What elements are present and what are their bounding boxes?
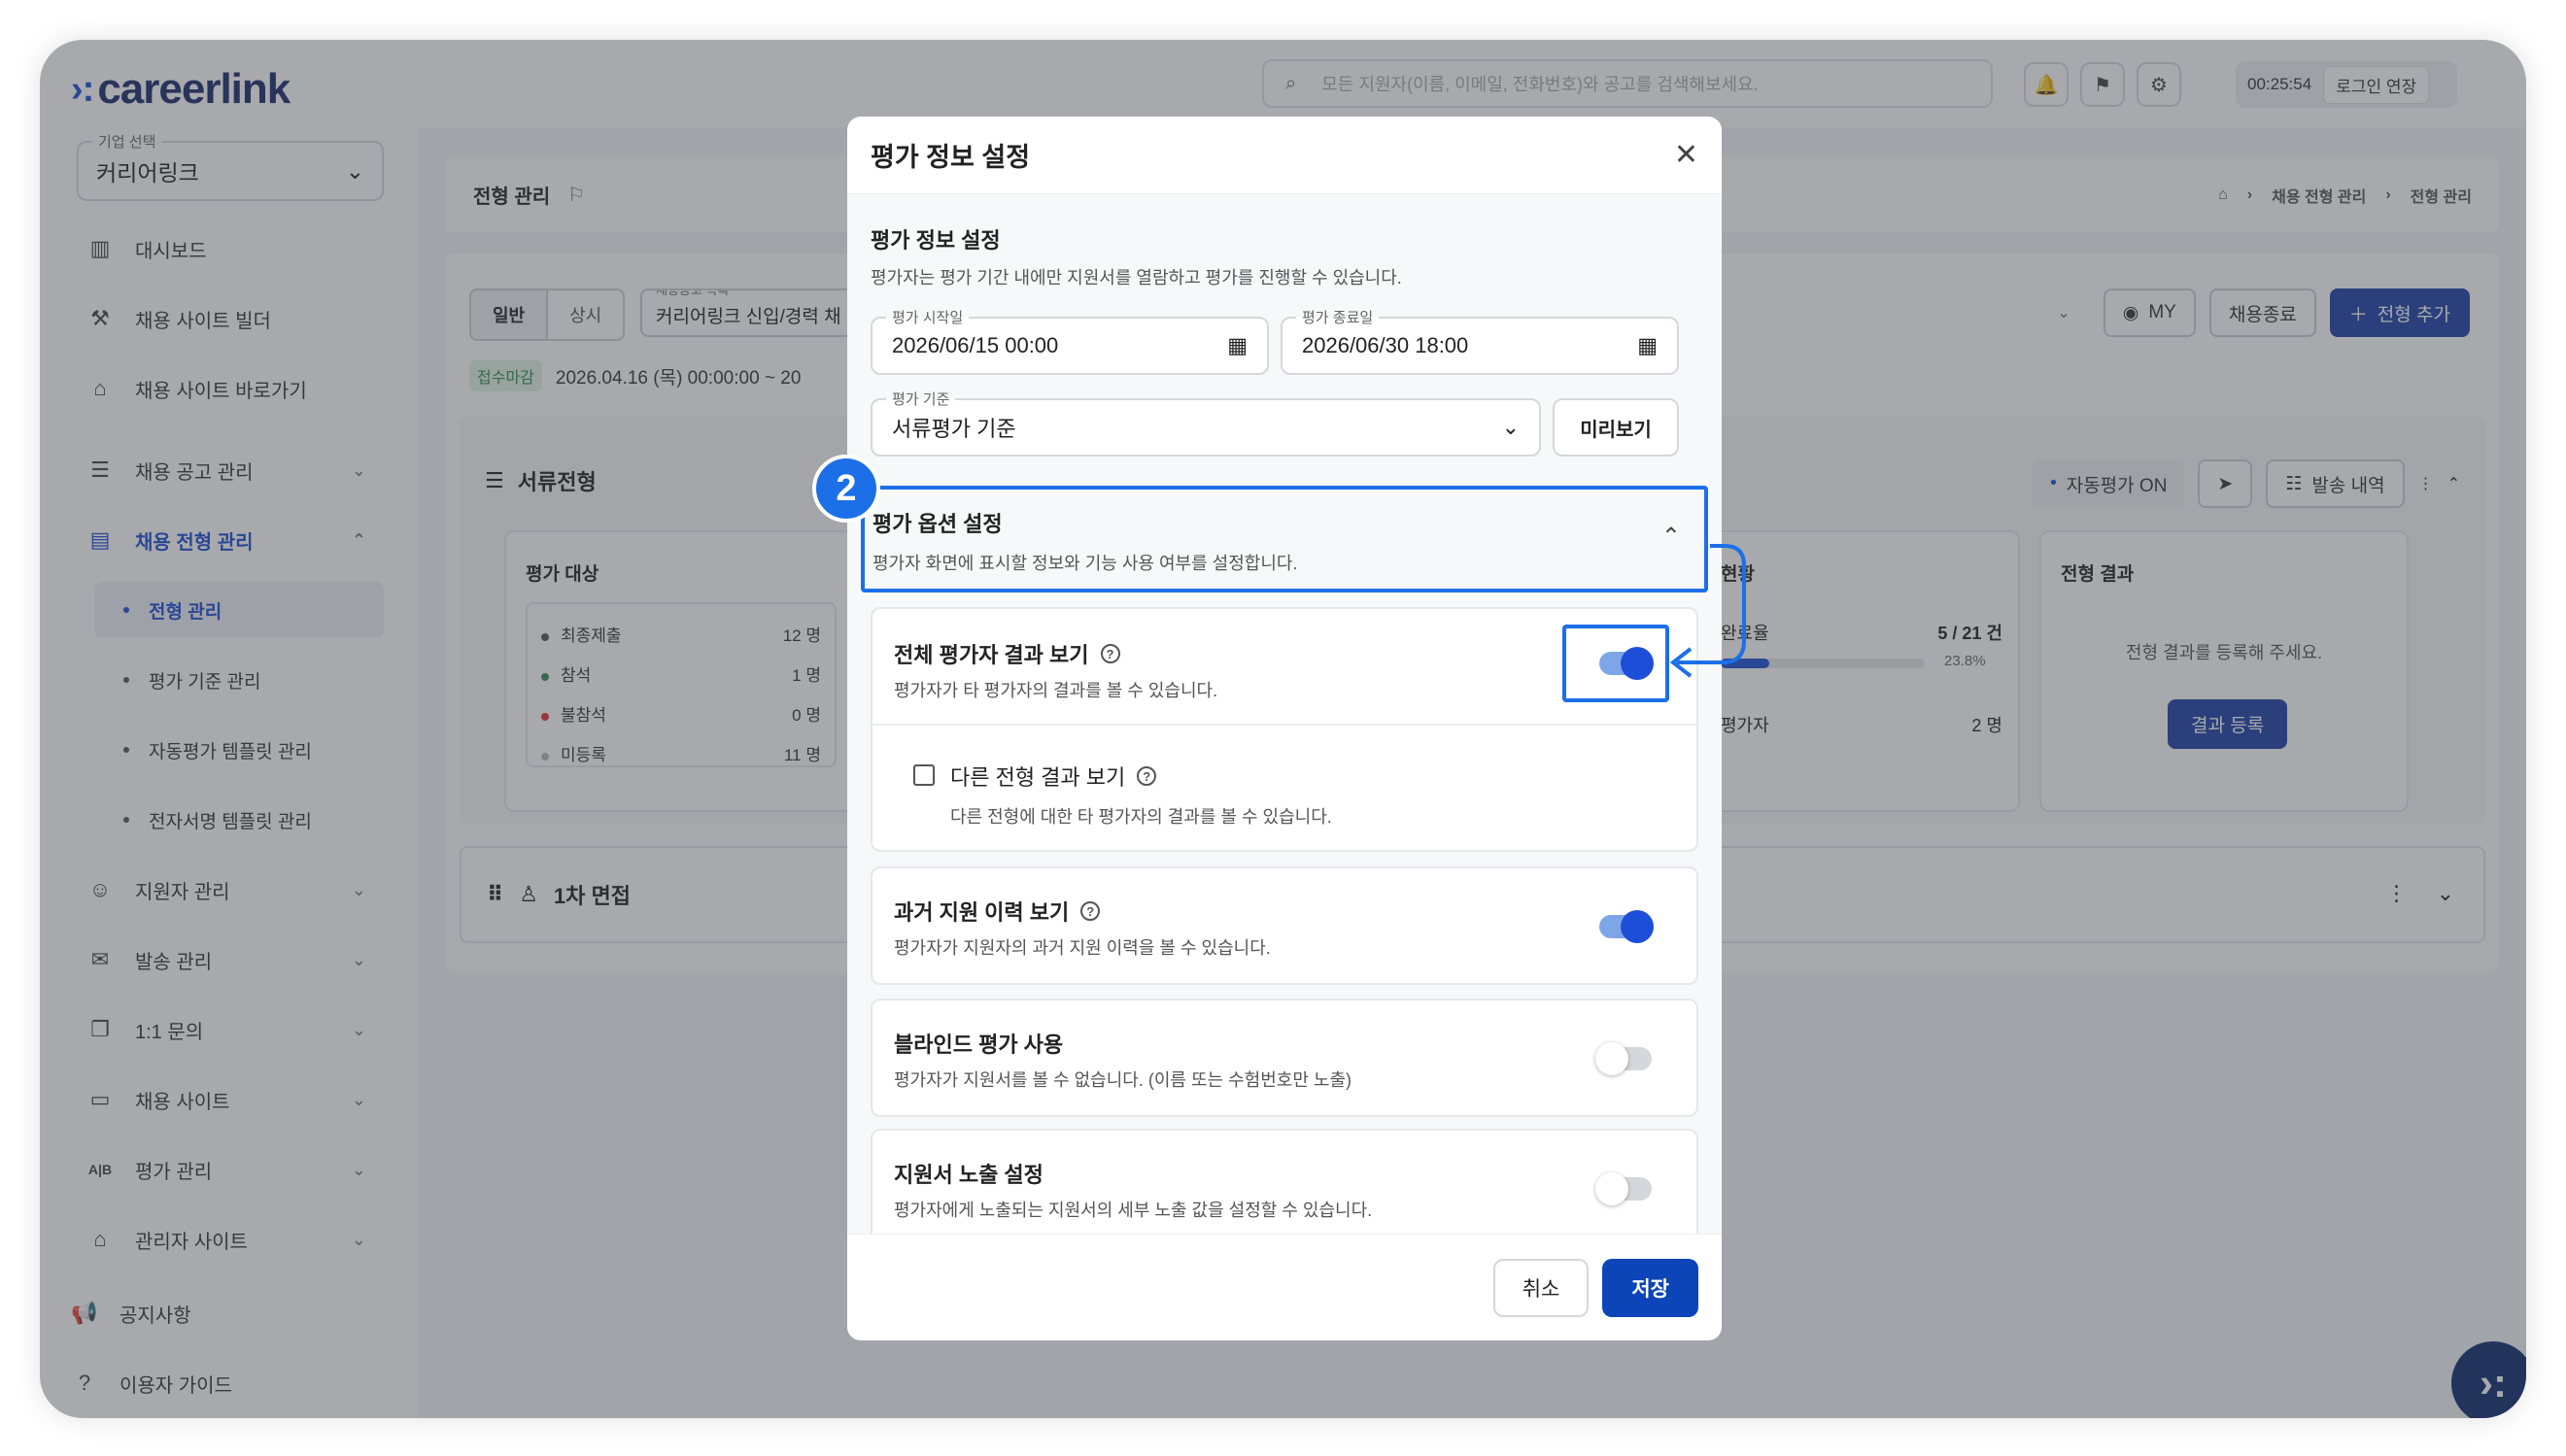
section-desc: 평가자는 평가 기간 내에만 지원서를 열람하고 평가를 진행할 수 있습니다. <box>871 268 1402 288</box>
option-card-history: 과거 지원 이력 보기? 평가자가 지원자의 과거 지원 이력을 볼 수 있습니… <box>871 866 1698 985</box>
preview-button[interactable]: 미리보기 <box>1553 398 1679 457</box>
cancel-button[interactable]: 취소 <box>1492 1258 1590 1317</box>
option-title: 다른 전형 결과 보기? <box>950 761 1157 792</box>
option-card-blind: 블라인드 평가 사용 평가자가 지원서를 볼 수 없습니다. (이름 또는 수험… <box>871 999 1698 1117</box>
modal-title: 평가 정보 설정 <box>871 143 1031 172</box>
option-desc: 평가자가 타 평가자의 결과를 볼 수 있습니다. <box>894 681 1218 700</box>
close-icon[interactable]: ✕ <box>1674 138 1698 172</box>
toggle-history[interactable] <box>1599 910 1654 943</box>
start-date-field[interactable]: 평가 시작일 2026/06/15 00:00 ▦ <box>871 307 1269 375</box>
chevron-down-icon: ⌄ <box>1501 415 1520 439</box>
save-button[interactable]: 저장 <box>1602 1258 1698 1317</box>
option-title-text: 다른 전형 결과 보기 <box>950 765 1126 790</box>
option-title-text: 지원서 노출 설정 <box>894 1163 1044 1187</box>
option-title: 블라인드 평가 사용 <box>894 1028 1063 1059</box>
options-title: 평가 옵션 설정 <box>872 512 1003 536</box>
option-title: 과거 지원 이력 보기? <box>894 896 1101 927</box>
option-desc: 다른 전형에 대한 타 평가자의 결과를 볼 수 있습니다. <box>950 807 1332 827</box>
end-date-label: 평가 종료일 <box>1296 307 1380 327</box>
section-title: 평가 정보 설정 <box>871 228 1001 253</box>
criteria-select[interactable]: 평가 기준 서류평가 기준 ⌄ <box>871 389 1541 457</box>
calendar-icon[interactable]: ▦ <box>1637 333 1658 358</box>
options-section-header[interactable]: 평가 옵션 설정 평가자 화면에 표시할 정보와 기능 사용 여부를 설정합니다… <box>861 486 1708 593</box>
toggle-knob <box>1595 1172 1628 1205</box>
help-icon[interactable]: ? <box>1137 766 1157 786</box>
modal-footer: 취소 저장 <box>847 1234 1722 1340</box>
modal-header: 평가 정보 설정 ✕ <box>847 117 1722 194</box>
options-desc: 평가자 화면에 표시할 정보와 기능 사용 여부를 설정합니다. <box>872 554 1298 573</box>
end-date-field[interactable]: 평가 종료일 2026/06/30 18:00 ▦ <box>1281 307 1679 375</box>
divider <box>872 724 1696 726</box>
option-title: 지원서 노출 설정 <box>894 1158 1044 1189</box>
option-title-text: 전체 평가자 결과 보기 <box>894 643 1089 667</box>
end-date-value: 2026/06/30 18:00 <box>1302 333 1469 357</box>
start-date-label: 평가 시작일 <box>886 307 970 327</box>
option-title-text: 블라인드 평가 사용 <box>894 1033 1064 1057</box>
evaluation-settings-modal: 평가 정보 설정 ✕ 평가 정보 설정 평가자는 평가 기간 내에만 지원서를 … <box>847 117 1722 1340</box>
modal-body: 평가 정보 설정 평가자는 평가 기간 내에만 지원서를 열람하고 평가를 진행… <box>847 194 1722 1247</box>
toggle-exposure[interactable] <box>1595 1172 1652 1205</box>
chevron-up-icon[interactable]: ⌃ <box>1661 523 1681 551</box>
option-card-exposure: 지원서 노출 설정 평가자에게 노출되는 지원서의 세부 노출 값을 설정할 수… <box>871 1129 1698 1247</box>
calendar-icon[interactable]: ▦ <box>1227 333 1248 358</box>
criteria-value: 서류평가 기준 <box>892 417 1016 441</box>
toggle-knob <box>1595 1042 1628 1075</box>
option-title: 전체 평가자 결과 보기? <box>894 638 1120 669</box>
toggle-knob <box>1621 910 1654 943</box>
help-icon[interactable]: ? <box>1100 644 1120 663</box>
help-icon[interactable]: ? <box>1080 901 1101 921</box>
option-title-text: 과거 지원 이력 보기 <box>894 900 1070 925</box>
toggle-blind[interactable] <box>1595 1042 1652 1075</box>
step-badge: 2 <box>812 455 880 523</box>
checkbox-other-results[interactable] <box>913 764 935 786</box>
option-desc: 평가자가 지원자의 과거 지원 이력을 볼 수 있습니다. <box>894 938 1271 958</box>
start-date-value: 2026/06/15 00:00 <box>892 333 1059 357</box>
option-desc: 평가자가 지원서를 볼 수 없습니다. (이름 또는 수험번호만 노출) <box>894 1070 1351 1090</box>
option-desc: 평가자에게 노출되는 지원서의 세부 노출 값을 설정할 수 있습니다. <box>894 1201 1373 1220</box>
highlight-box <box>1562 625 1669 702</box>
criteria-label: 평가 기준 <box>886 389 956 409</box>
